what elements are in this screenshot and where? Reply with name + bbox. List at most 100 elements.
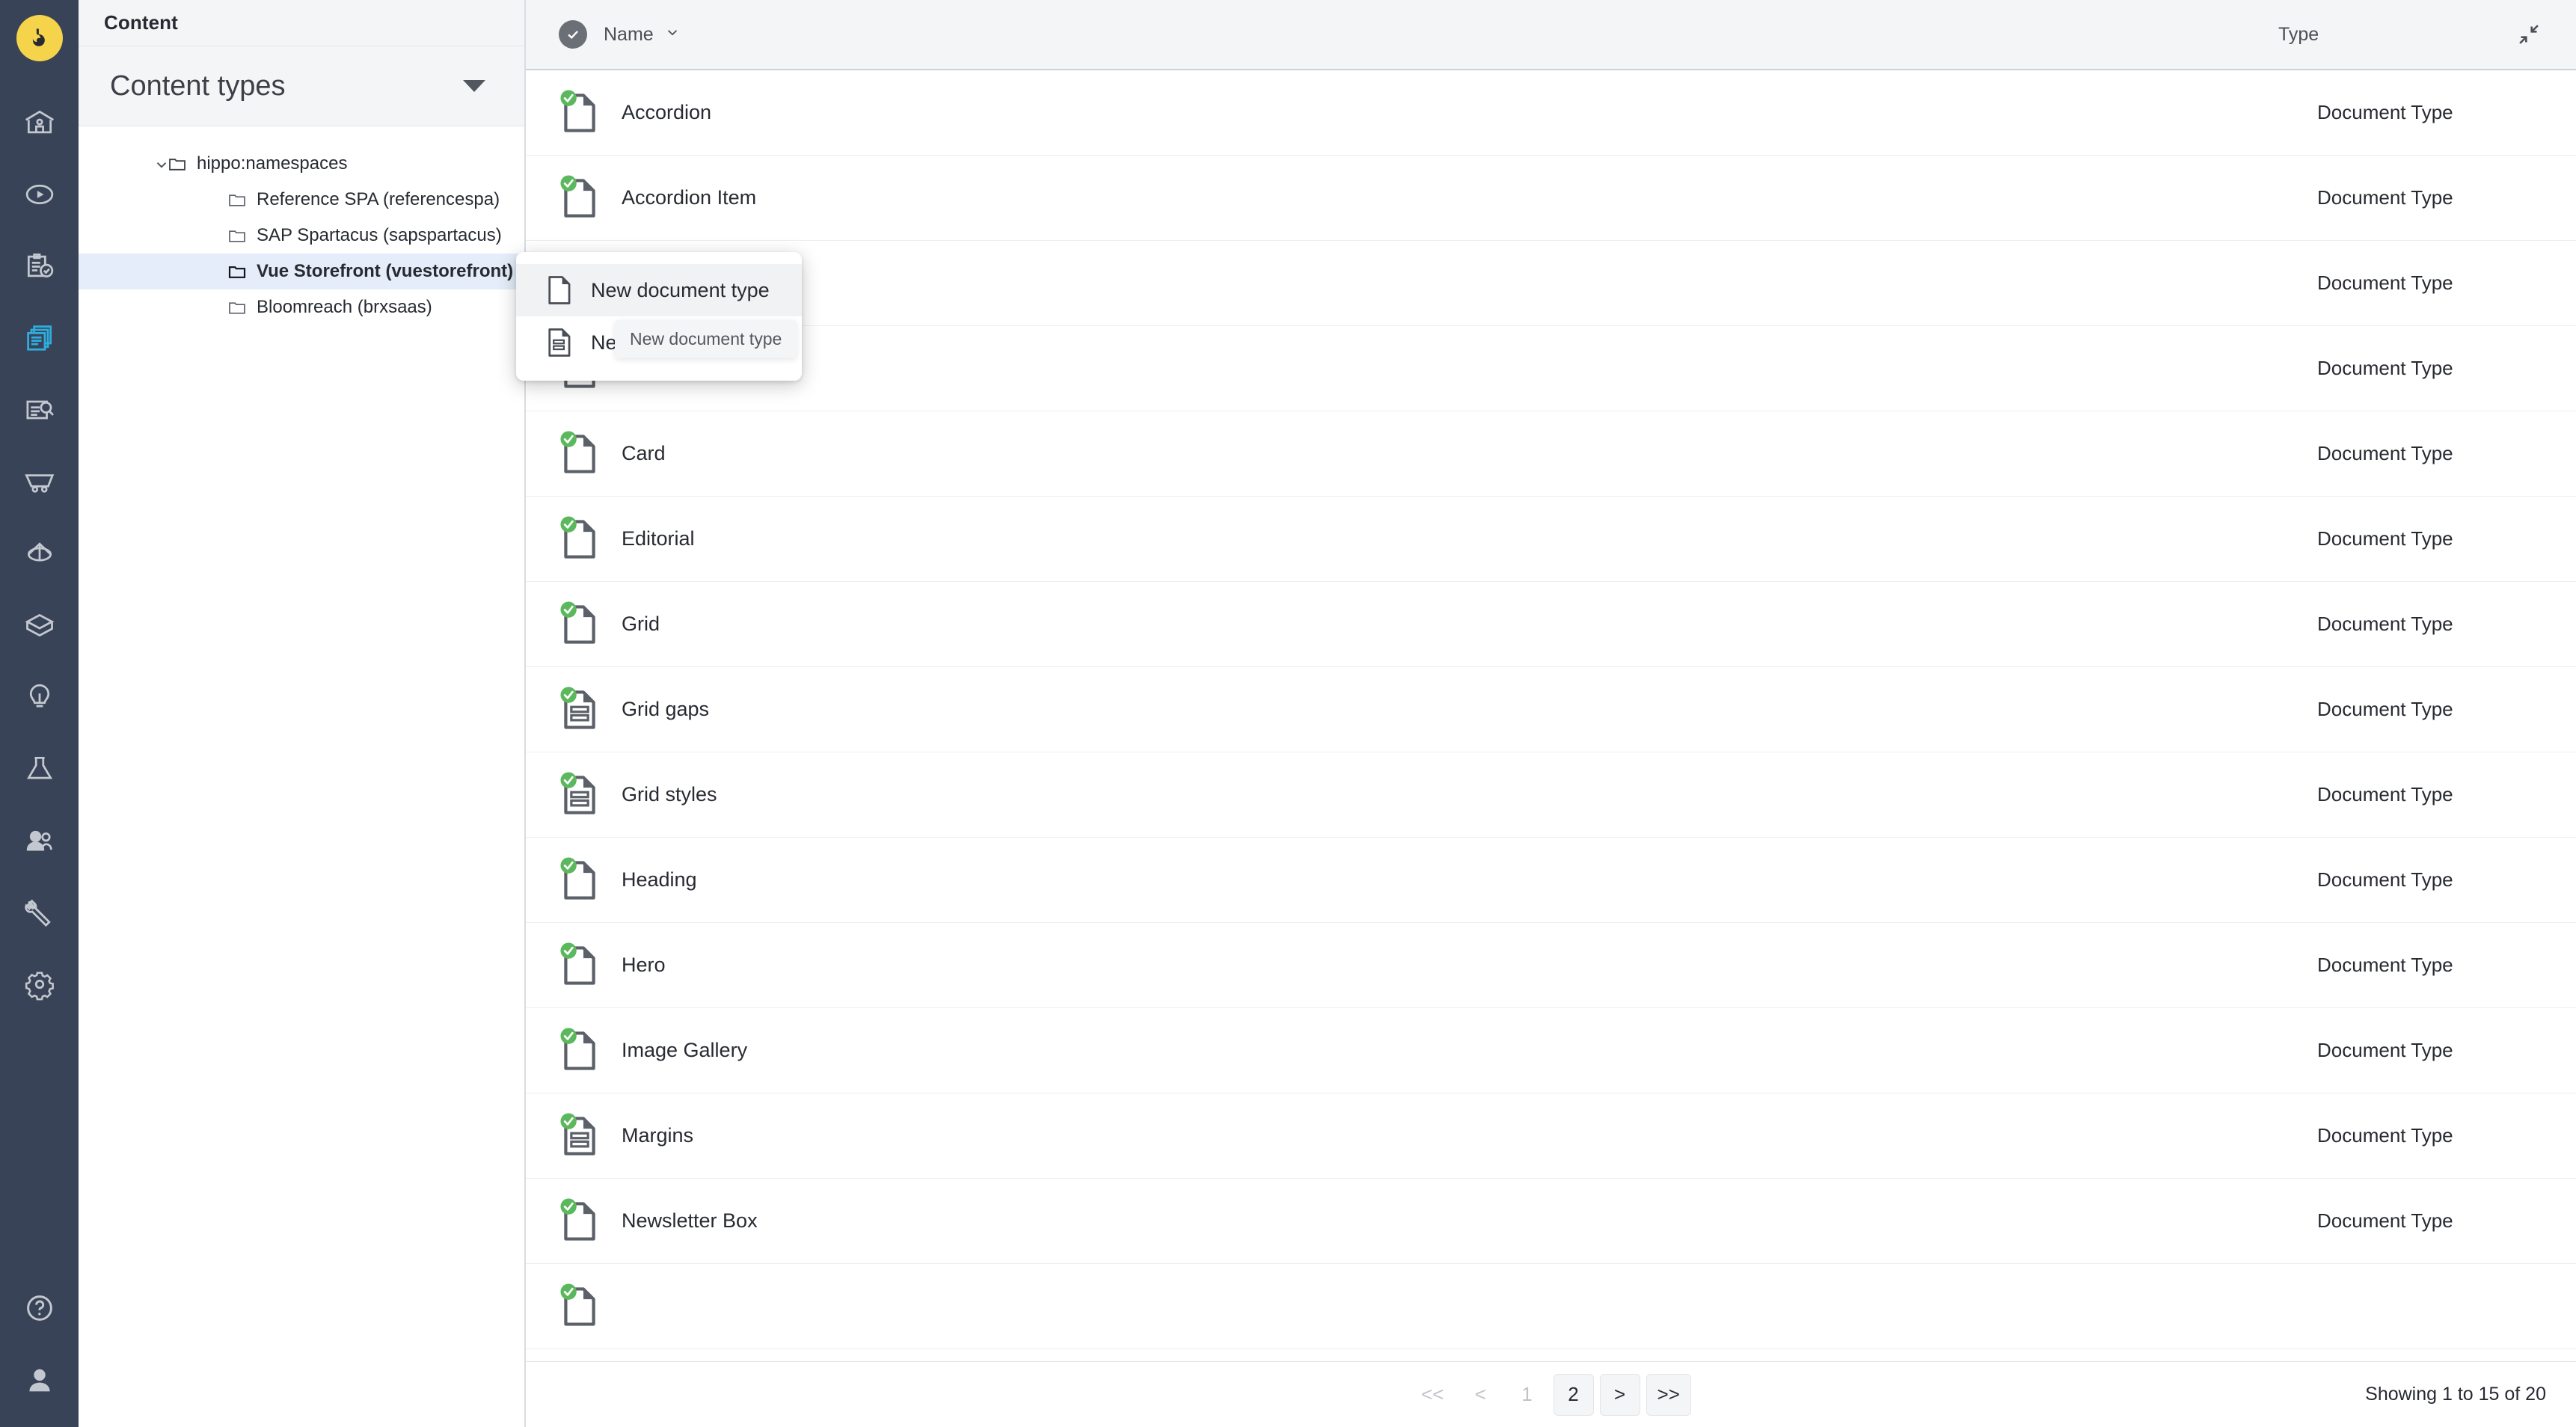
- row-type: Document Type: [2317, 527, 2542, 550]
- row-type: Document Type: [2317, 1209, 2542, 1233]
- content-types-dropdown[interactable]: Content types: [79, 46, 524, 126]
- column-header-type[interactable]: Type: [2278, 24, 2503, 46]
- tree-node-list: hippo:namespaces Reference SPA (referenc…: [79, 126, 524, 325]
- pagination-last[interactable]: >>: [1646, 1374, 1691, 1416]
- users-icon: [23, 824, 56, 857]
- projects-clipboard-check-icon: [23, 250, 56, 283]
- pagination-page-2[interactable]: 2: [1554, 1374, 1594, 1416]
- tree-node-label: Bloomreach (brxsaas): [257, 298, 432, 316]
- check-circle-icon[interactable]: [559, 20, 587, 49]
- sidebar-item-projects[interactable]: [0, 230, 79, 302]
- row-name: Newsletter Box: [622, 1209, 758, 1233]
- folder-icon: [168, 156, 186, 171]
- pagination-summary: Showing 1 to 15 of 20: [2365, 1384, 2546, 1405]
- sidebar-item-search-document[interactable]: [0, 374, 79, 446]
- tree-node-bloomreach[interactable]: Bloomreach (brxsaas): [79, 289, 524, 325]
- table-row[interactable]: Image Gallery Document Type: [526, 1008, 2576, 1093]
- row-name: Image Gallery: [622, 1039, 747, 1062]
- table-row[interactable]: Hero Document Type: [526, 923, 2576, 1008]
- pagination-prev[interactable]: <: [1461, 1374, 1501, 1416]
- sidebar-item-insights[interactable]: [0, 661, 79, 733]
- table-row[interactable]: Grid gaps Document Type: [526, 667, 2576, 752]
- table-row[interactable]: Grid Document Type: [526, 582, 2576, 667]
- pagination-next[interactable]: >: [1600, 1374, 1640, 1416]
- compound-document-icon: [559, 1113, 601, 1159]
- context-menu-item-label: New document type: [591, 279, 770, 302]
- sidebar-item-help[interactable]: [0, 1283, 79, 1355]
- row-type: Document Type: [2317, 868, 2542, 892]
- folder-icon: [228, 300, 246, 315]
- context-menu-item-new-document-type[interactable]: New document type: [516, 264, 802, 316]
- pagination: << < 1 2 > >>: [526, 1374, 2576, 1416]
- document-icon: [559, 90, 601, 136]
- document-icon: [548, 275, 573, 305]
- sidebar-item-tools[interactable]: [0, 877, 79, 948]
- folder-icon: [228, 192, 246, 207]
- gem-icon: [23, 537, 56, 570]
- tree-node-sap-spartacus[interactable]: SAP Spartacus (sapspartacus): [79, 218, 524, 254]
- table-row[interactable]: [526, 1264, 2576, 1349]
- row-type: Document Type: [2317, 271, 2542, 295]
- lightbulb-icon: [23, 681, 56, 714]
- table-row[interactable]: Editorial Document Type: [526, 497, 2576, 582]
- sidebar-item-audiences[interactable]: [0, 805, 79, 877]
- document-icon: [559, 175, 601, 221]
- tree-node-vue-storefront[interactable]: Vue Storefront (vuestorefront): [79, 254, 524, 289]
- document-icon: [559, 431, 601, 477]
- row-type: Document Type: [2317, 357, 2542, 380]
- left-nav-rail: [0, 0, 79, 1427]
- row-name: Heading: [622, 868, 697, 892]
- compound-document-icon: [559, 772, 601, 818]
- row-name: Hero: [622, 954, 666, 977]
- table-footer: << < 1 2 > >> Showing 1 to 15 of 20: [526, 1361, 2576, 1427]
- row-type: Document Type: [2317, 954, 2542, 977]
- tree-node-label: SAP Spartacus (sapspartacus): [257, 227, 502, 245]
- table-row[interactable]: Accordion Document Type: [526, 70, 2576, 156]
- sidebar-item-profile[interactable]: [0, 1355, 79, 1427]
- chevron-down-icon[interactable]: [153, 156, 170, 173]
- document-icon: [559, 942, 601, 989]
- context-menu: New document type New: [516, 252, 802, 381]
- table-header-row: Name Type: [526, 0, 2576, 70]
- sidebar-item-home[interactable]: [0, 87, 79, 159]
- gear-icon: [23, 968, 56, 1001]
- row-name: Accordion Item: [622, 186, 756, 209]
- content-types-tree-panel: Content Content types hippo:namespaces: [79, 0, 526, 1427]
- table-row[interactable]: Grid styles Document Type: [526, 752, 2576, 838]
- table-row[interactable]: Document Type: [526, 241, 2576, 326]
- sidebar-item-gem[interactable]: [0, 518, 79, 589]
- tree-node-reference-spa[interactable]: Reference SPA (referencespa): [79, 182, 524, 218]
- tree-node-hippo-namespaces[interactable]: hippo:namespaces: [79, 146, 524, 182]
- table-row[interactable]: Card Document Type: [526, 411, 2576, 497]
- sidebar-item-experiments[interactable]: [0, 733, 79, 805]
- table-row[interactable]: basedocument Document Type: [526, 326, 2576, 411]
- sidebar-item-box[interactable]: [0, 589, 79, 661]
- compound-document-icon: [559, 687, 601, 733]
- tree-node-label: Reference SPA (referencespa): [257, 191, 500, 209]
- table-row[interactable]: Newsletter Box Document Type: [526, 1179, 2576, 1264]
- table-row[interactable]: Heading Document Type: [526, 838, 2576, 923]
- bloomreach-logo[interactable]: [16, 15, 63, 61]
- help-circle-icon: [23, 1292, 56, 1325]
- collapse-arrows-icon[interactable]: [2516, 22, 2542, 47]
- document-icon: [559, 516, 601, 562]
- app-root: Content Content types hippo:namespaces: [0, 0, 2576, 1427]
- pagination-page-1[interactable]: 1: [1507, 1374, 1548, 1416]
- pagination-first[interactable]: <<: [1411, 1374, 1454, 1416]
- table-row[interactable]: Margins Document Type: [526, 1093, 2576, 1179]
- document-icon: [559, 601, 601, 648]
- row-type: Document Type: [2317, 1039, 2542, 1062]
- flask-icon: [23, 752, 56, 785]
- sidebar-item-documents[interactable]: [0, 302, 79, 374]
- documents-icon: [23, 322, 56, 355]
- sidebar-item-experience-manager[interactable]: [0, 159, 79, 230]
- sidebar-item-settings[interactable]: [0, 948, 79, 1020]
- table-row[interactable]: Accordion Item Document Type: [526, 156, 2576, 241]
- folder-icon: [228, 228, 246, 243]
- cart-icon: [23, 465, 56, 498]
- tooltip: New document type: [615, 320, 797, 358]
- document-icon: [559, 1198, 601, 1245]
- caret-down-icon: [463, 80, 485, 92]
- column-header-name[interactable]: Name: [604, 24, 681, 46]
- sidebar-item-commerce[interactable]: [0, 446, 79, 518]
